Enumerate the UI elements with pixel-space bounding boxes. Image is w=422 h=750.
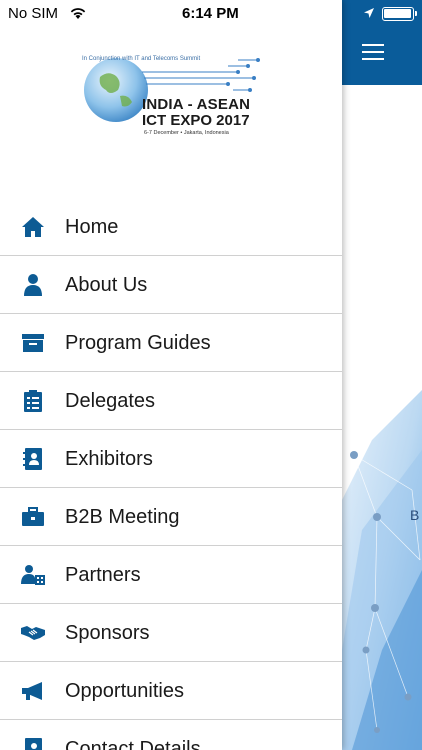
megaphone-icon xyxy=(20,679,46,703)
home-icon xyxy=(20,215,46,239)
menu-item-label: Delegates xyxy=(65,390,156,412)
user-building-icon xyxy=(20,563,46,587)
menu-item-label: Partners xyxy=(65,564,141,586)
status-time: 6:14 PM xyxy=(182,5,239,22)
contact-card-icon xyxy=(20,737,46,750)
menu-item-about-us[interactable]: About Us xyxy=(0,256,342,314)
menu-item-label: Home xyxy=(65,216,119,238)
navigation-drawer: In Conjunction with IT and Telecoms Summ… xyxy=(0,0,342,750)
menu-item-delegates[interactable]: Delegates xyxy=(0,372,342,430)
menu-item-label: Program Guides xyxy=(65,332,211,354)
menu-item-b2b-meeting[interactable]: B2B Meeting xyxy=(0,488,342,546)
archive-box-icon xyxy=(20,331,46,355)
hamburger-menu-icon[interactable] xyxy=(362,44,384,62)
carrier-label: No SIM xyxy=(8,5,59,22)
wifi-icon xyxy=(70,8,86,19)
logo-title-line2: ICT EXPO 2017 xyxy=(142,112,250,129)
menu-item-label: Contact Details xyxy=(65,738,201,750)
main-text-fragment: B xyxy=(410,507,420,523)
logo-subtitle: 6-7 December • Jakarta, Indonesia xyxy=(144,130,229,136)
briefcase-icon xyxy=(20,505,46,529)
person-icon xyxy=(20,273,46,297)
menu-item-label: Exhibitors xyxy=(65,448,153,470)
menu-item-program-guides[interactable]: Program Guides xyxy=(0,314,342,372)
logo-curved-text: In Conjunction with IT and Telecoms Summ… xyxy=(82,56,201,62)
menu-item-sponsors[interactable]: Sponsors xyxy=(0,604,342,662)
battery-icon xyxy=(382,7,417,21)
main-content-peek: B xyxy=(342,0,422,750)
network-background-graphic xyxy=(342,390,422,750)
menu-item-label: Opportunities xyxy=(65,680,184,702)
menu-item-label: About Us xyxy=(65,274,148,296)
handshake-icon xyxy=(20,621,46,645)
drawer-menu: Home About Us Program Guides Delegates E… xyxy=(0,198,342,750)
clipboard-list-icon xyxy=(20,389,46,413)
menu-item-home[interactable]: Home xyxy=(0,198,342,256)
contact-book-icon xyxy=(20,447,46,471)
status-bar: No SIM 6:14 PM xyxy=(0,0,422,28)
menu-item-contact-details[interactable]: Contact Details xyxy=(0,720,342,750)
menu-item-label: B2B Meeting xyxy=(65,506,180,528)
event-logo: In Conjunction with IT and Telecoms Summ… xyxy=(78,52,268,142)
menu-item-partners[interactable]: Partners xyxy=(0,546,342,604)
menu-item-label: Sponsors xyxy=(65,622,150,644)
menu-item-opportunities[interactable]: Opportunities xyxy=(0,662,342,720)
menu-item-exhibitors[interactable]: Exhibitors xyxy=(0,430,342,488)
logo-title-line1: INDIA - ASEAN xyxy=(142,96,251,113)
location-arrow-icon xyxy=(364,8,374,18)
